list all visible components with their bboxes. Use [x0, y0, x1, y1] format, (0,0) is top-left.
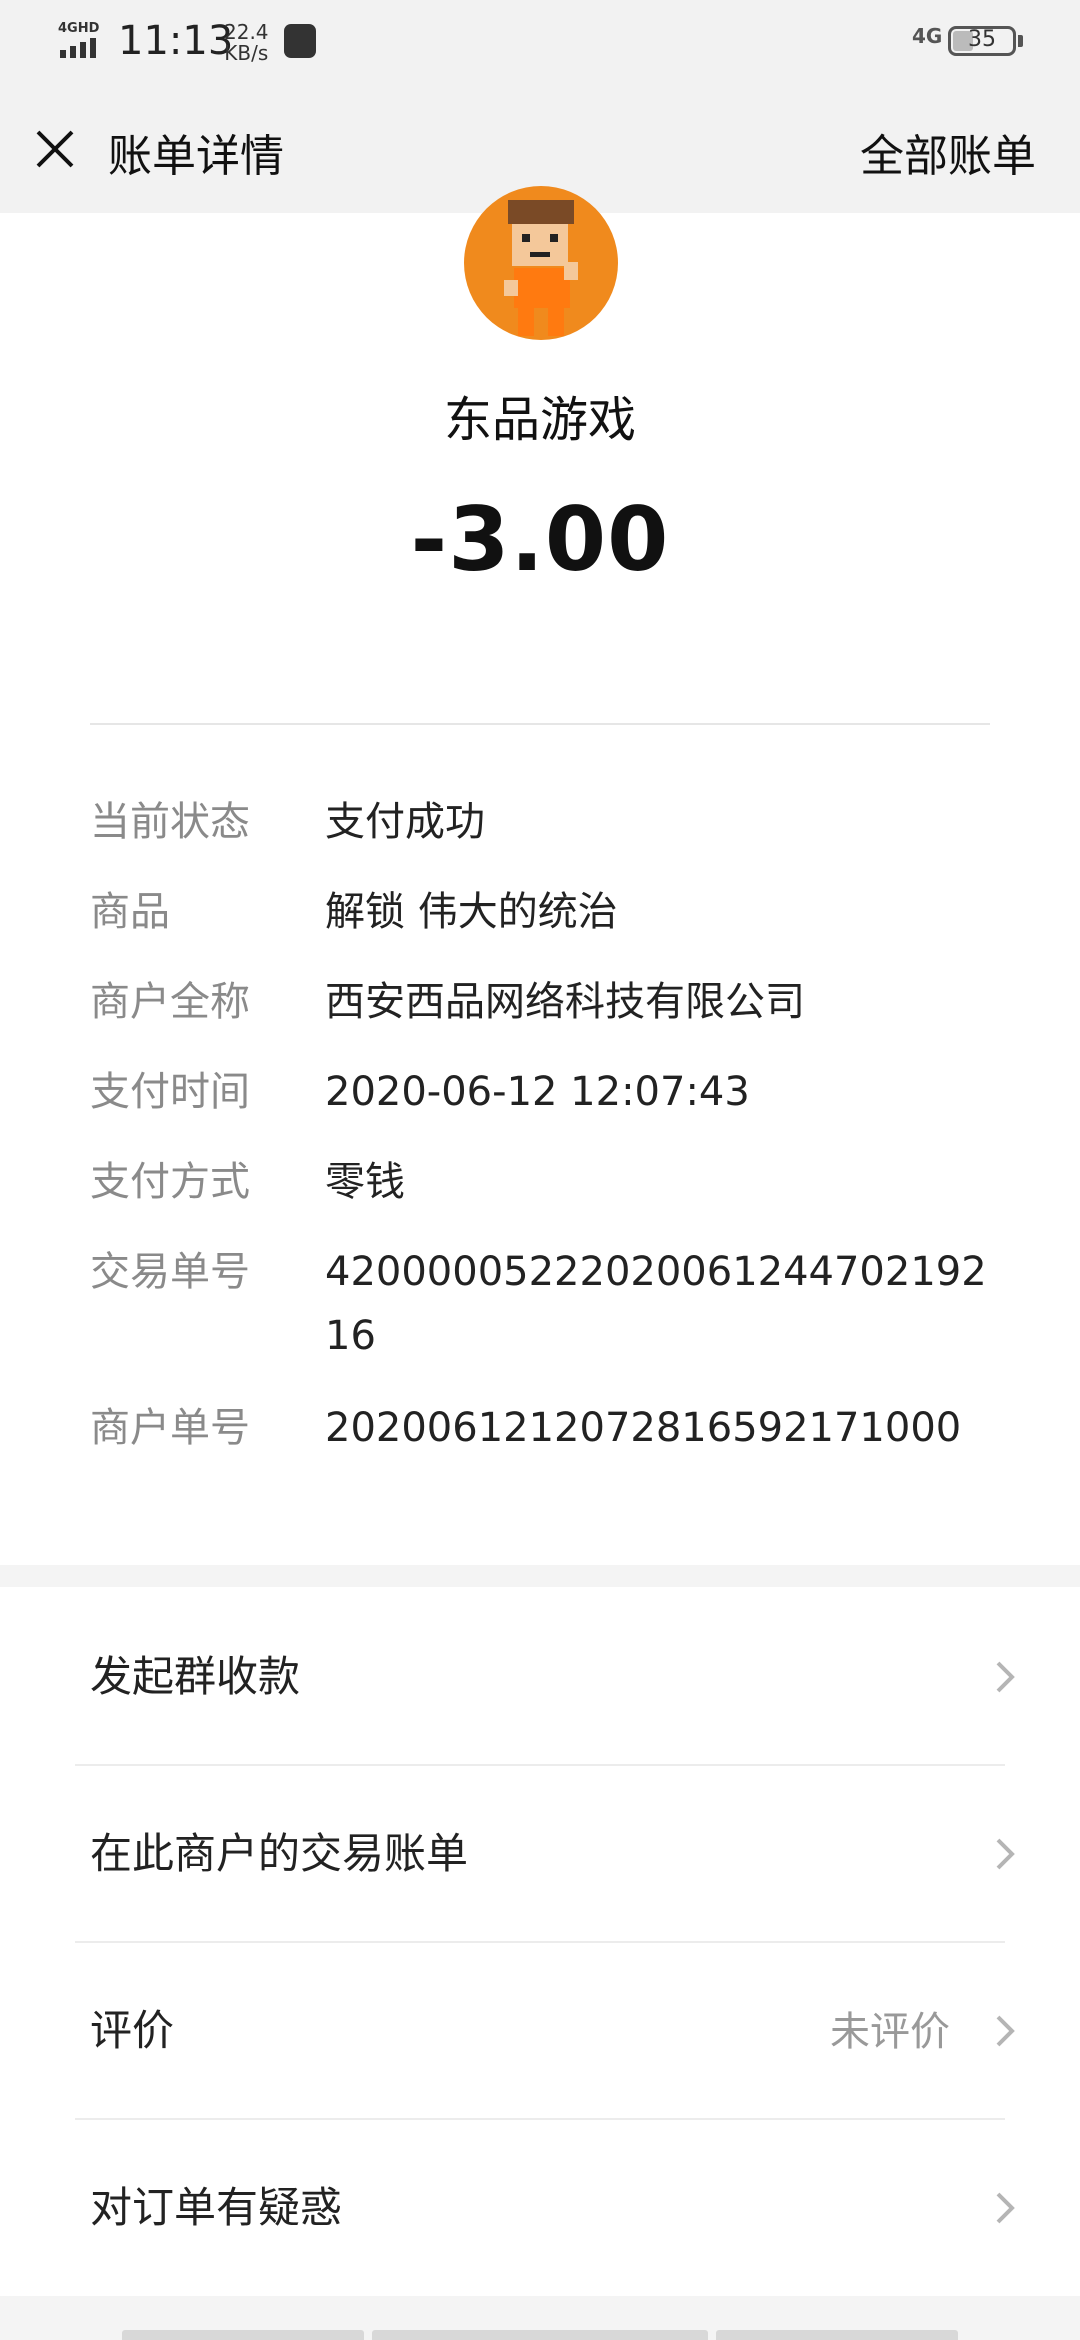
all-bills-link[interactable]: 全部账单	[860, 120, 1036, 184]
close-icon[interactable]	[32, 126, 78, 172]
detail-label: 当前状态	[90, 799, 250, 845]
menu-item-order-question[interactable]: 对订单有疑惑	[0, 2118, 1080, 2294]
speed-value: 22.4	[224, 20, 269, 44]
bottom-tab-handle	[716, 2330, 958, 2340]
bottom-tab-handle	[372, 2330, 708, 2340]
bottom-tab-handle	[122, 2330, 364, 2340]
battery-icon: 35	[948, 26, 1016, 56]
chevron-right-icon	[996, 1838, 1015, 1870]
detail-value: 支付成功	[325, 799, 485, 845]
detail-label: 商品	[90, 889, 170, 935]
game-character-icon	[504, 200, 578, 336]
detail-value: 解锁 伟大的统治	[325, 889, 618, 935]
battery-tip	[1018, 35, 1023, 47]
chevron-right-icon	[996, 2015, 1015, 2047]
bottom-bar	[0, 2296, 1080, 2340]
detail-value[interactable]: 4200000522202006124470219216	[325, 1240, 995, 1368]
chevron-right-icon	[996, 2192, 1015, 2224]
menu-item-group-collect[interactable]: 发起群收款	[0, 1587, 1080, 1763]
detail-label: 支付时间	[90, 1069, 250, 1115]
app-notification-icon	[284, 24, 316, 58]
network-label: 4GHD	[58, 21, 100, 36]
detail-label: 交易单号	[90, 1249, 250, 1295]
menu-item-merchant-bills[interactable]: 在此商户的交易账单	[0, 1764, 1080, 1940]
clock: 11:13	[118, 18, 234, 64]
merchant-name: 东品游戏	[443, 392, 636, 448]
detail-value: 西安西品网络科技有限公司	[325, 979, 805, 1025]
section-gap	[0, 1565, 1080, 1587]
detail-value: 零钱	[325, 1159, 405, 1205]
signal-icon: 4GHD	[58, 21, 100, 58]
menu-label: 评价	[90, 2006, 175, 2055]
menu-item-rating[interactable]: 评价 未评价	[0, 1941, 1080, 2117]
menu-label: 对订单有疑惑	[90, 2183, 343, 2232]
chevron-right-icon	[996, 1661, 1015, 1693]
merchant-avatar	[464, 186, 618, 340]
detail-label: 商户全称	[90, 979, 250, 1025]
page-title: 账单详情	[108, 131, 284, 182]
status-bar: 4GHD 11:13 22.4 KB/s 4G 35	[0, 0, 1080, 86]
menu-label: 发起群收款	[90, 1652, 301, 1701]
divider	[90, 723, 990, 725]
detail-label: 支付方式	[90, 1159, 250, 1205]
network-speed: 22.4 KB/s	[224, 22, 269, 64]
rating-status: 未评价	[830, 2009, 950, 2055]
detail-label: 商户单号	[90, 1405, 250, 1451]
top-area: 4GHD 11:13 22.4 KB/s 4G 35 账单详情 全部账单	[0, 0, 1080, 213]
detail-value: 2020-06-12 12:07:43	[325, 1069, 750, 1115]
network-type-right: 4G	[912, 24, 943, 48]
battery-level: 35	[968, 27, 996, 52]
menu-label: 在此商户的交易账单	[90, 1829, 469, 1878]
detail-value[interactable]: 2020061212072816592171000	[325, 1396, 995, 1460]
payment-amount: -3.00	[410, 488, 670, 591]
speed-unit: KB/s	[224, 41, 269, 65]
